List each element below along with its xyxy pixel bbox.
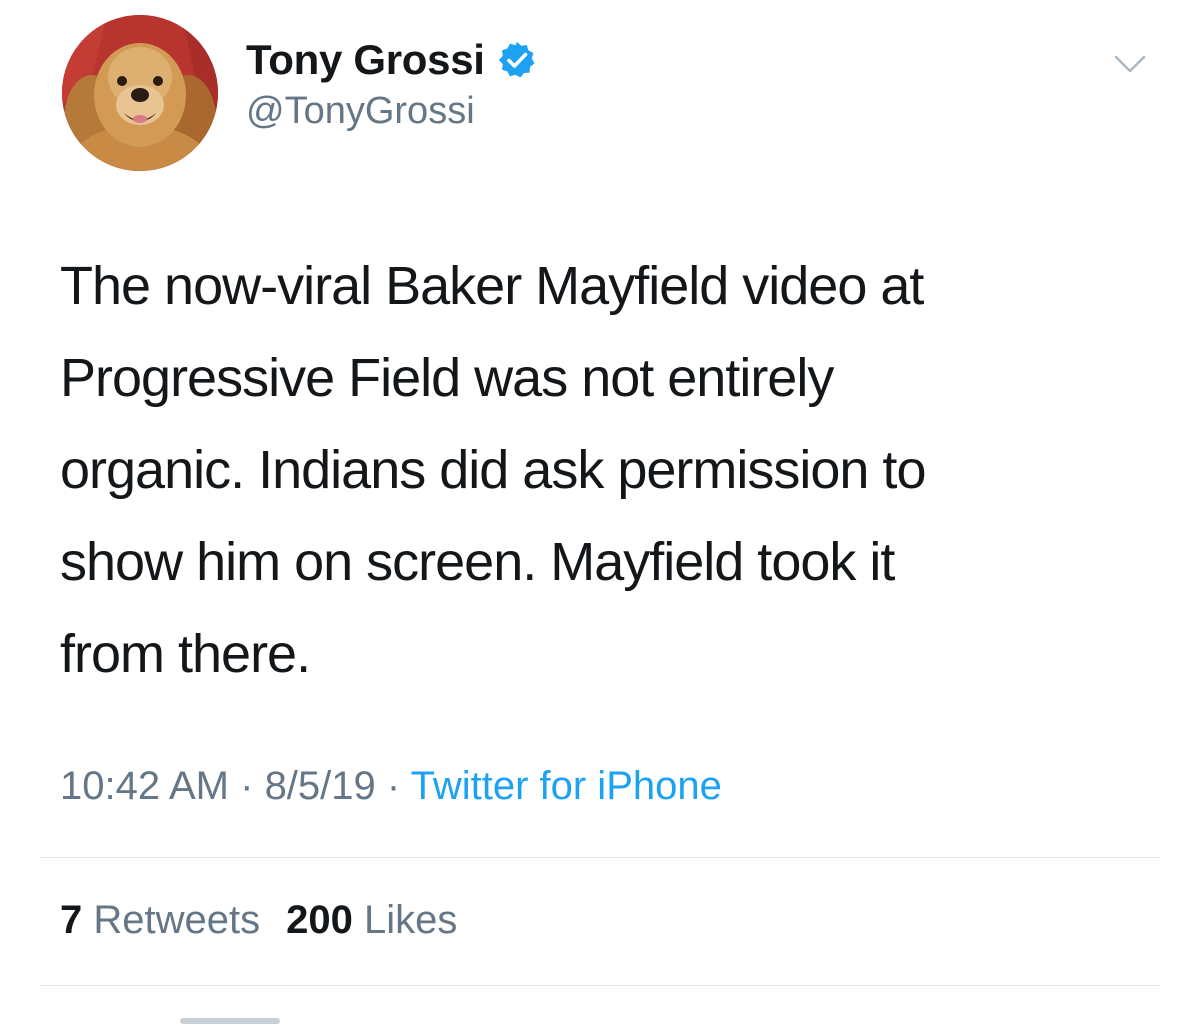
reply-action-icon[interactable] [180, 1018, 280, 1024]
meta-separator: · [375, 764, 411, 808]
tweet-time[interactable]: 10:42 AM [60, 764, 229, 808]
tweet-source-link[interactable]: Twitter for iPhone [411, 764, 722, 808]
divider [40, 857, 1160, 858]
tweet-meta: 10:42 AM · 8/5/19 · Twitter for iPhone [60, 764, 722, 809]
likes-count: 200 [286, 898, 353, 942]
author-display-name[interactable]: Tony Grossi [246, 36, 485, 84]
meta-separator: · [229, 764, 265, 808]
retweets-count: 7 [60, 898, 83, 942]
tweet-stats: 7 Retweets 200 Likes [60, 898, 457, 943]
tweet-date[interactable]: 8/5/19 [265, 764, 376, 808]
divider [40, 985, 1160, 986]
chevron-down-icon[interactable] [1112, 50, 1148, 78]
retweets-label: Retweets [82, 898, 261, 942]
likes-stat[interactable]: 200 Likes [286, 898, 457, 942]
tweet-text: The now-viral Baker Mayfield video at Pr… [60, 256, 926, 684]
author-handle[interactable]: @TonyGrossi [246, 90, 475, 133]
golden-retriever-avatar-icon [62, 15, 218, 171]
likes-label: Likes [352, 898, 458, 942]
avatar[interactable] [62, 15, 218, 171]
verified-badge-icon [498, 42, 535, 78]
author-name-row[interactable]: Tony Grossi [246, 36, 537, 84]
retweets-stat[interactable]: 7 Retweets [60, 898, 260, 942]
